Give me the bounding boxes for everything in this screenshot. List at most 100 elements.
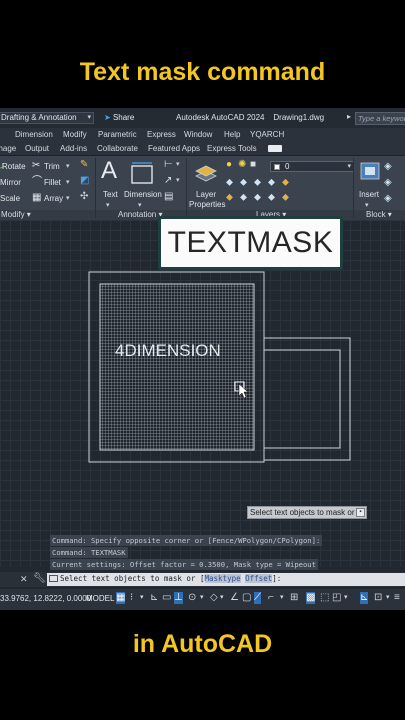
fillet-button[interactable]: Fillet — [44, 178, 61, 188]
chevron-down-icon[interactable]: ▾ — [66, 194, 70, 204]
object-tracking-icon[interactable]: ∠ — [230, 592, 239, 604]
tooltip-options-icon[interactable]: ▪ — [356, 508, 365, 517]
block-create-icon[interactable]: ◈ — [384, 162, 392, 172]
tab-overflow-button[interactable] — [268, 145, 282, 152]
chevron-down-icon[interactable]: ▾ — [386, 592, 390, 604]
model-space-button[interactable]: MODEL — [86, 594, 114, 604]
chevron-down-icon[interactable]: ▾ — [140, 592, 144, 604]
layer-tool-7-icon[interactable]: ⬥ — [240, 193, 247, 203]
layer-tool-10-icon[interactable]: ⬥ — [282, 193, 289, 203]
textmask-label: TEXTMASK — [158, 216, 343, 270]
infer-icon[interactable]: ⊾ — [150, 592, 158, 604]
close-icon[interactable]: ✕ — [20, 574, 28, 584]
text-button[interactable]: Text — [103, 190, 118, 200]
layer-tool-4-icon[interactable]: ⬥ — [268, 178, 275, 188]
hatch-wipeout-region[interactable] — [99, 283, 255, 451]
chevron-down-icon[interactable]: ▾ — [176, 176, 180, 186]
tab-image[interactable]: Image — [0, 144, 16, 154]
ortho-icon[interactable]: ⊥ — [174, 592, 183, 604]
erase-icon[interactable]: ◩ — [80, 176, 89, 186]
tab-express-tools[interactable]: Express Tools — [207, 144, 257, 154]
menu-dimension[interactable]: Dimension — [15, 130, 53, 140]
3d-osnap-icon[interactable]: ⬚ — [320, 592, 329, 604]
menu-yqarch[interactable]: YQARCH — [250, 130, 284, 140]
lineweight-icon[interactable]: ⟋ — [254, 592, 261, 604]
layer-tool-5-icon[interactable]: ⬥ — [282, 178, 289, 188]
lock-icon[interactable]: ■ — [250, 160, 256, 170]
tab-add-ins[interactable]: Add-ins — [60, 144, 87, 154]
panel-title-annotation[interactable]: Annotation ▾ — [118, 210, 163, 220]
table-icon[interactable]: ▤ — [164, 192, 173, 202]
trim-button[interactable]: Trim — [44, 162, 60, 172]
lightbulb-icon[interactable]: ● — [226, 160, 232, 170]
menu-help[interactable]: Help — [224, 130, 240, 140]
layer-tool-9-icon[interactable]: ⬥ — [268, 193, 275, 203]
grid-icon[interactable]: ▦ — [116, 592, 126, 604]
transparency-icon[interactable]: ⌐ — [268, 592, 274, 604]
array-button[interactable]: Array — [44, 194, 63, 204]
menu-modify[interactable]: Modify — [63, 130, 87, 140]
annotation-scale-icon[interactable]: ⊾ — [360, 592, 369, 604]
command-input[interactable]: Select text objects to mask or [Masktype… — [47, 573, 405, 586]
command-history-line: Command: Specify opposite corner or [Fen… — [50, 535, 323, 546]
tab-featured-apps[interactable]: Featured Apps — [148, 144, 200, 154]
layer-properties-icon — [195, 165, 217, 182]
annotation-visibility-icon[interactable]: ⊞ — [290, 592, 298, 604]
chevron-down-icon[interactable]: ▾ — [66, 178, 70, 188]
large-frame-rectangle[interactable] — [264, 337, 351, 461]
layer-tool-2-icon[interactable]: ⬥ — [240, 178, 247, 188]
menu-parametric[interactable]: Parametric — [98, 130, 137, 140]
chevron-down-icon[interactable]: ▾ — [220, 592, 224, 604]
chevron-right-icon[interactable]: ▸ — [347, 112, 351, 121]
keyword-search-input[interactable]: Type a keyword — [355, 112, 405, 125]
layer-tool-8-icon[interactable]: ⬥ — [254, 193, 261, 203]
workspace-icon[interactable]: ⊡ — [374, 592, 382, 604]
wrench-icon[interactable]: 🔧︎ — [33, 573, 46, 584]
chevron-down-icon[interactable]: ▾ — [66, 162, 70, 172]
dimension-button[interactable]: Dimension — [124, 190, 162, 200]
block-edit-icon[interactable]: ◈ — [384, 178, 392, 188]
scale-button[interactable]: Scale — [0, 194, 20, 204]
block-attr-icon[interactable]: ◈ — [384, 194, 392, 204]
workspace-dropdown[interactable]: Drafting & Annotation ▾ — [0, 112, 94, 124]
properties-label[interactable]: Properties — [189, 200, 225, 210]
tab-output[interactable]: Output — [25, 144, 49, 154]
insert-button[interactable]: Insert — [359, 190, 379, 200]
share-button[interactable]: ➤ Share — [104, 113, 134, 123]
customize-icon[interactable]: ≡ — [394, 592, 400, 604]
selection-cycling-icon[interactable]: ▩ — [306, 592, 316, 604]
rotate-button[interactable]: Rotate — [2, 162, 26, 172]
chevron-down-icon[interactable]: ▾ — [176, 160, 180, 170]
polar-icon[interactable]: ⊙ — [188, 592, 196, 604]
snap-icon[interactable]: ⁝ — [130, 592, 133, 604]
menu-express[interactable]: Express — [147, 130, 176, 140]
masktype-option[interactable]: Masktype — [204, 574, 241, 583]
chevron-down-icon[interactable]: ▾ — [200, 592, 204, 604]
isodraft-icon[interactable]: ◇ — [210, 592, 218, 604]
chevron-down-icon[interactable]: ▾ — [280, 592, 284, 604]
explode-icon[interactable]: ✣ — [80, 192, 88, 202]
mirror-button[interactable]: Mirror — [0, 178, 21, 188]
linear-dimension-icon[interactable]: ⊢ — [164, 160, 173, 170]
drawing-canvas[interactable]: 4DIMENSION Select text objects to mask o… — [0, 220, 405, 566]
chevron-down-icon[interactable]: ▾ — [344, 592, 348, 604]
menu-window[interactable]: Window — [184, 130, 212, 140]
osnap-icon[interactable]: ▢ — [242, 592, 251, 604]
pencil-icon[interactable]: ✎ — [80, 160, 88, 170]
leader-icon[interactable]: ↗ — [164, 176, 172, 186]
dynamic-ucs-icon[interactable]: ◰ — [332, 592, 341, 604]
layer-dropdown[interactable]: 0 ▾ — [270, 161, 354, 172]
sun-icon[interactable]: ✺ — [238, 160, 246, 170]
layer-tool-3-icon[interactable]: ⬥ — [254, 178, 261, 188]
layer-label[interactable]: Layer — [196, 190, 216, 200]
offset-option[interactable]: Offset — [245, 574, 273, 583]
autocad-window: Drafting & Annotation ▾ ➤ Share Autodesk… — [0, 108, 405, 610]
layer-tool-6-icon[interactable]: ⬥ — [226, 193, 233, 203]
layer-tool-1-icon[interactable]: ⬥ — [226, 178, 233, 188]
inner-frame-rectangle[interactable] — [264, 349, 341, 449]
tab-collaborate[interactable]: Collaborate — [97, 144, 138, 154]
dynamic-input-icon[interactable]: ▭ — [162, 592, 171, 604]
panel-title-modify[interactable]: Modify ▾ — [1, 210, 31, 220]
panel-title-block[interactable]: Block ▾ — [366, 210, 392, 220]
drawing-text[interactable]: 4DIMENSION — [115, 341, 221, 361]
